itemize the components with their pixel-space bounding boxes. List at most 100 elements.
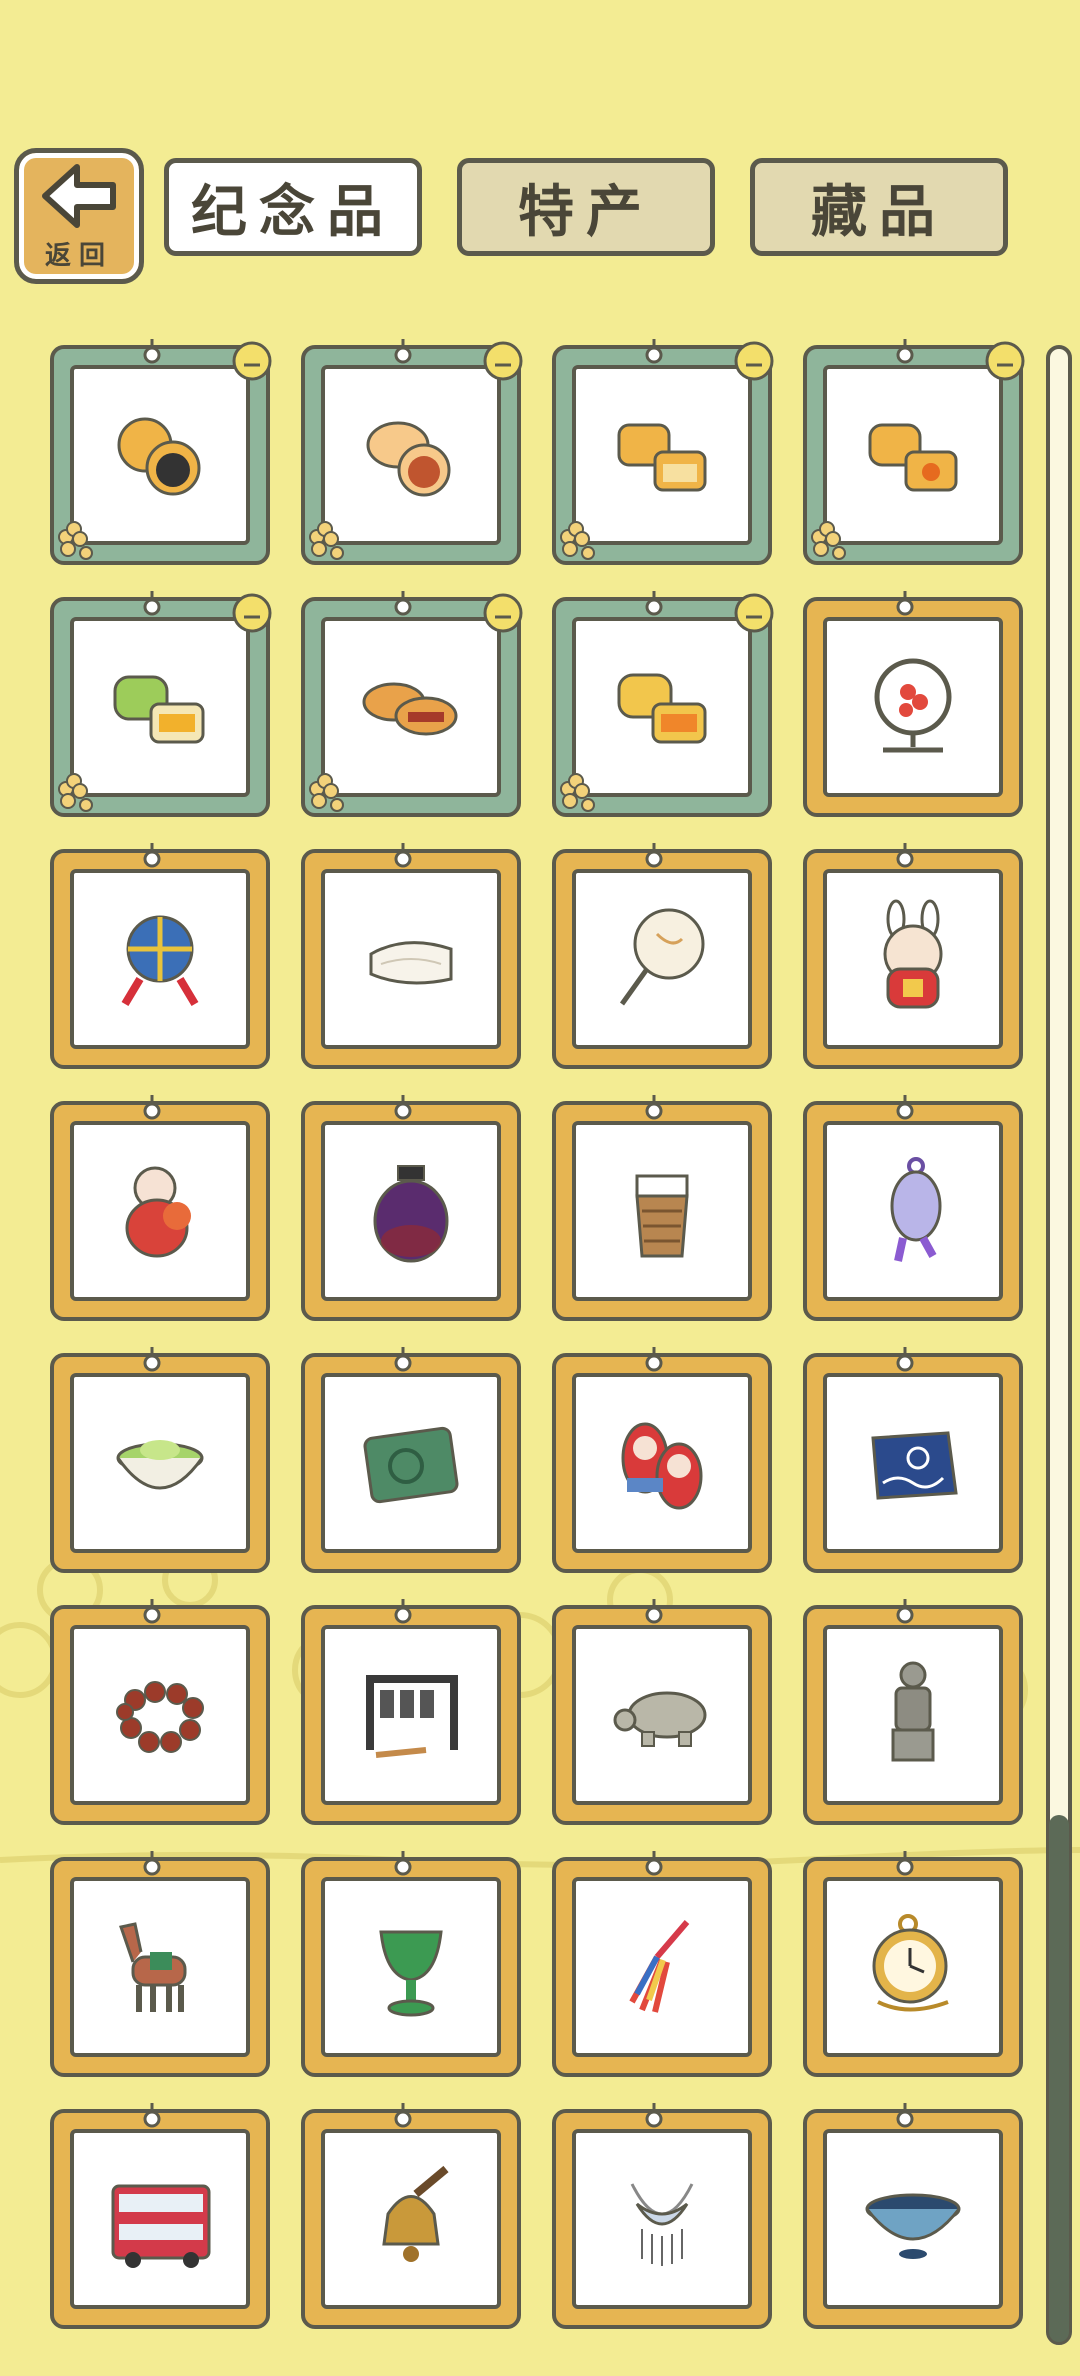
hook-icon bbox=[896, 1347, 914, 1372]
card-inner bbox=[572, 1625, 752, 1805]
souvenir-card[interactable] bbox=[552, 1095, 772, 1321]
souvenir-card[interactable] bbox=[803, 591, 1023, 817]
hook-icon bbox=[896, 339, 914, 364]
souvenir-card[interactable] bbox=[50, 843, 270, 1069]
tab-collections[interactable]: 藏品 bbox=[750, 158, 1008, 256]
tenmoku-bowl-icon bbox=[865, 2193, 961, 2259]
hook-icon bbox=[143, 1851, 161, 1876]
chinese-knot-tassel-icon bbox=[629, 1920, 690, 2013]
moon-icon bbox=[985, 341, 1025, 381]
souvenir-card[interactable] bbox=[301, 843, 521, 1069]
tab-specialties[interactable]: 特产 bbox=[457, 158, 715, 256]
silver-necklace-icon bbox=[630, 2183, 694, 2266]
card-inner bbox=[321, 1877, 501, 2057]
flower-icon bbox=[58, 773, 93, 812]
card-inner bbox=[70, 2129, 250, 2309]
souvenir-card[interactable] bbox=[50, 591, 272, 817]
hook-icon bbox=[143, 1347, 161, 1372]
tab-souvenirs[interactable]: 纪念品 bbox=[164, 158, 422, 256]
silk-cloth-icon bbox=[369, 941, 453, 985]
souvenir-card[interactable] bbox=[803, 1095, 1023, 1321]
double-decker-bus-icon bbox=[111, 2184, 211, 2268]
mooncake-red-bean-icon bbox=[366, 421, 451, 497]
flower-icon bbox=[58, 521, 93, 560]
hook-icon bbox=[645, 591, 663, 616]
souvenir-card[interactable] bbox=[50, 1095, 270, 1321]
moon-icon bbox=[483, 341, 523, 381]
mooncake-meat-icon bbox=[362, 682, 458, 736]
moon-icon bbox=[734, 341, 774, 381]
terracotta-warrior-icon bbox=[891, 1661, 935, 1762]
mooncake-square-icon bbox=[617, 423, 707, 492]
souvenir-card[interactable] bbox=[50, 1347, 270, 1573]
matcha-bowl-icon bbox=[116, 1440, 204, 1490]
souvenir-card[interactable] bbox=[552, 339, 774, 565]
souvenir-card[interactable] bbox=[50, 339, 272, 565]
souvenir-card[interactable] bbox=[301, 1347, 521, 1573]
card-inner bbox=[823, 1121, 1003, 1301]
scrollbar-thumb[interactable] bbox=[1049, 1815, 1069, 2342]
hook-icon bbox=[143, 1095, 161, 1120]
hook-icon bbox=[394, 1095, 412, 1120]
hook-icon bbox=[645, 339, 663, 364]
card-inner bbox=[70, 1877, 250, 2057]
hook-icon bbox=[896, 2103, 914, 2128]
card-inner bbox=[572, 869, 752, 1049]
souvenir-card[interactable] bbox=[552, 1599, 772, 1825]
hook-icon bbox=[143, 2103, 161, 2128]
souvenir-card[interactable] bbox=[301, 339, 523, 565]
hook-icon bbox=[896, 843, 914, 868]
souvenir-card[interactable] bbox=[552, 1851, 772, 2077]
flower-icon bbox=[560, 773, 595, 812]
souvenir-grid bbox=[50, 339, 1030, 2375]
card-inner bbox=[70, 1625, 250, 1805]
souvenir-card[interactable] bbox=[301, 1851, 521, 2077]
card-inner bbox=[823, 1877, 1003, 2057]
card-inner bbox=[823, 1373, 1003, 1553]
card-inner bbox=[823, 869, 1003, 1049]
souvenir-card[interactable] bbox=[50, 1599, 270, 1825]
embroidery-screen-icon bbox=[874, 658, 952, 753]
bamboo-cup-icon bbox=[635, 1174, 689, 1258]
hook-icon bbox=[645, 2103, 663, 2128]
souvenir-card[interactable] bbox=[301, 591, 523, 817]
souvenir-card[interactable] bbox=[301, 1095, 521, 1321]
card-inner bbox=[321, 1625, 501, 1805]
souvenir-card[interactable] bbox=[803, 1347, 1023, 1573]
souvenir-card[interactable] bbox=[803, 2103, 1023, 2329]
souvenir-card[interactable] bbox=[50, 1851, 270, 2077]
souvenir-card[interactable] bbox=[552, 843, 772, 1069]
souvenir-card[interactable] bbox=[552, 2103, 772, 2329]
prayer-beads-icon bbox=[116, 1681, 204, 1753]
mooncake-green-tea-icon bbox=[113, 675, 205, 744]
souvenir-card[interactable] bbox=[803, 339, 1025, 565]
hook-icon bbox=[645, 843, 663, 868]
souvenir-card[interactable] bbox=[552, 591, 774, 817]
souvenir-card[interactable] bbox=[552, 1347, 772, 1573]
card-inner bbox=[572, 1373, 752, 1553]
jade-goblet-icon bbox=[379, 1930, 443, 2017]
mooncake-custard-icon bbox=[617, 673, 707, 744]
hook-icon bbox=[896, 591, 914, 616]
souvenir-card[interactable] bbox=[301, 2103, 521, 2329]
souvenir-card[interactable] bbox=[803, 1851, 1023, 2077]
card-inner bbox=[823, 1625, 1003, 1805]
moon-icon bbox=[232, 593, 272, 633]
mooncake-egg-yolk-icon bbox=[868, 423, 958, 492]
back-arrow-icon bbox=[42, 163, 116, 228]
card-inner bbox=[823, 617, 1003, 797]
souvenir-card[interactable] bbox=[803, 1599, 1023, 1825]
hook-icon bbox=[394, 591, 412, 616]
souvenir-card[interactable] bbox=[803, 843, 1023, 1069]
clay-doll-icon bbox=[125, 1166, 191, 1258]
souvenir-card[interactable] bbox=[301, 1599, 521, 1825]
hook-icon bbox=[394, 2103, 412, 2128]
round-fan-icon bbox=[619, 908, 705, 1006]
back-button[interactable]: 返回 bbox=[14, 148, 144, 284]
flower-icon bbox=[560, 521, 595, 560]
flower-icon bbox=[309, 773, 344, 812]
souvenir-card[interactable] bbox=[50, 2103, 270, 2329]
hook-icon bbox=[645, 1095, 663, 1120]
card-inner bbox=[70, 869, 250, 1049]
hook-icon bbox=[645, 1599, 663, 1624]
